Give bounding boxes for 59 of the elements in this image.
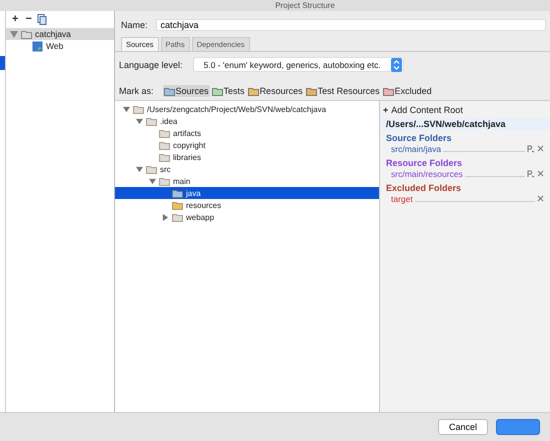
folder-icon [159, 152, 170, 162]
close-icon[interactable] [537, 145, 544, 152]
folder-row[interactable]: main [115, 175, 379, 187]
edit-properties-icon[interactable] [527, 170, 535, 178]
folder-group-title: Resource Folders [386, 158, 464, 168]
folder-row[interactable]: java [115, 187, 379, 199]
folder-group-title: Source Folders [386, 133, 453, 143]
language-level-label: Language level: [119, 60, 183, 70]
language-level-dropdown[interactable]: 5.0 - 'enum' keyword, generics, autoboxing etc. [192, 57, 404, 72]
content-root-path: /Users/...SVN/web/catchjava [380, 118, 550, 130]
window-title: Project Structure [275, 1, 335, 11]
folder-row[interactable]: /Users/zengcatch/Project/Web/SVN/web/catchjava [115, 103, 379, 115]
folder-icon [248, 86, 259, 96]
mark-as-button[interactable]: Tests [210, 85, 246, 97]
expand-arrow-icon[interactable] [10, 30, 18, 38]
folder-icon [212, 86, 223, 96]
close-icon[interactable] [537, 195, 544, 202]
folder-icon [172, 188, 183, 198]
folder-group-title: Excluded Folders [386, 183, 462, 193]
folder-row[interactable]: webapp [115, 211, 379, 223]
folder-row[interactable]: libraries [115, 151, 379, 163]
facet-item[interactable]: Web [6, 40, 114, 52]
folder-icon [21, 30, 32, 38]
expand-arrow-icon[interactable] [162, 214, 169, 220]
toolbar-button[interactable]: − [23, 14, 34, 25]
name-label: Name: [121, 20, 148, 30]
mark-as-button[interactable]: Sources [162, 85, 210, 97]
folder-path: src/main/resources [391, 168, 463, 178]
folder-icon [306, 86, 317, 96]
module-item[interactable]: catchjava [6, 28, 114, 40]
folder-path: target [391, 194, 413, 204]
folder-row[interactable]: .idea [115, 115, 379, 127]
folder-row[interactable]: resources [115, 199, 379, 211]
folder-icon [159, 128, 170, 138]
folder-icon [164, 86, 175, 96]
folder-icon [133, 104, 144, 114]
stepper-icon[interactable] [390, 58, 402, 72]
copy-icon[interactable] [36, 14, 47, 25]
mark-as-button[interactable]: Excluded [382, 85, 433, 97]
folder-row[interactable]: copyright [115, 139, 379, 151]
folder-path: src/main/java [391, 144, 442, 154]
mark-as-button[interactable]: Test Resources [304, 85, 381, 97]
folder-icon [172, 212, 183, 222]
folder-row[interactable]: artifacts [115, 127, 379, 139]
close-icon[interactable] [537, 170, 544, 177]
edit-properties-icon[interactable] [527, 144, 535, 152]
web-module-icon [32, 40, 43, 52]
folder-icon [146, 116, 157, 126]
add-content-root-button[interactable]: + Add Content Root [380, 105, 463, 118]
folder-icon [382, 86, 394, 96]
folder-icon [146, 164, 157, 174]
selection-marker [0, 56, 5, 70]
mark-as-label: Mark as: [119, 86, 154, 96]
folder-row[interactable]: src [115, 163, 379, 175]
mark-as-button[interactable]: Resources [246, 85, 304, 97]
name-field[interactable]: catchjava [156, 19, 546, 31]
dialog-button[interactable]: Cancel [438, 419, 488, 435]
toolbar-button[interactable]: + [10, 14, 20, 25]
folder-icon [159, 140, 170, 150]
